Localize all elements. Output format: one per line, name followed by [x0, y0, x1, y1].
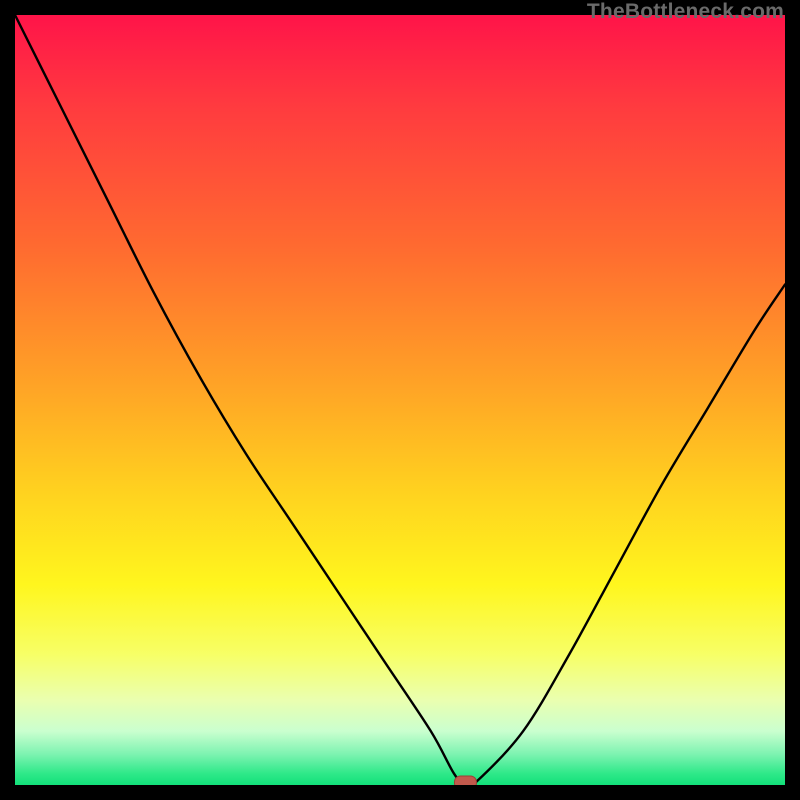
- optimal-point-marker: [454, 776, 476, 785]
- plot-area: [15, 15, 785, 785]
- bottleneck-plot: [15, 15, 785, 785]
- watermark-text: TheBottleneck.com: [587, 0, 784, 24]
- chart-frame: TheBottleneck.com: [0, 0, 800, 800]
- gradient-background: [15, 15, 785, 785]
